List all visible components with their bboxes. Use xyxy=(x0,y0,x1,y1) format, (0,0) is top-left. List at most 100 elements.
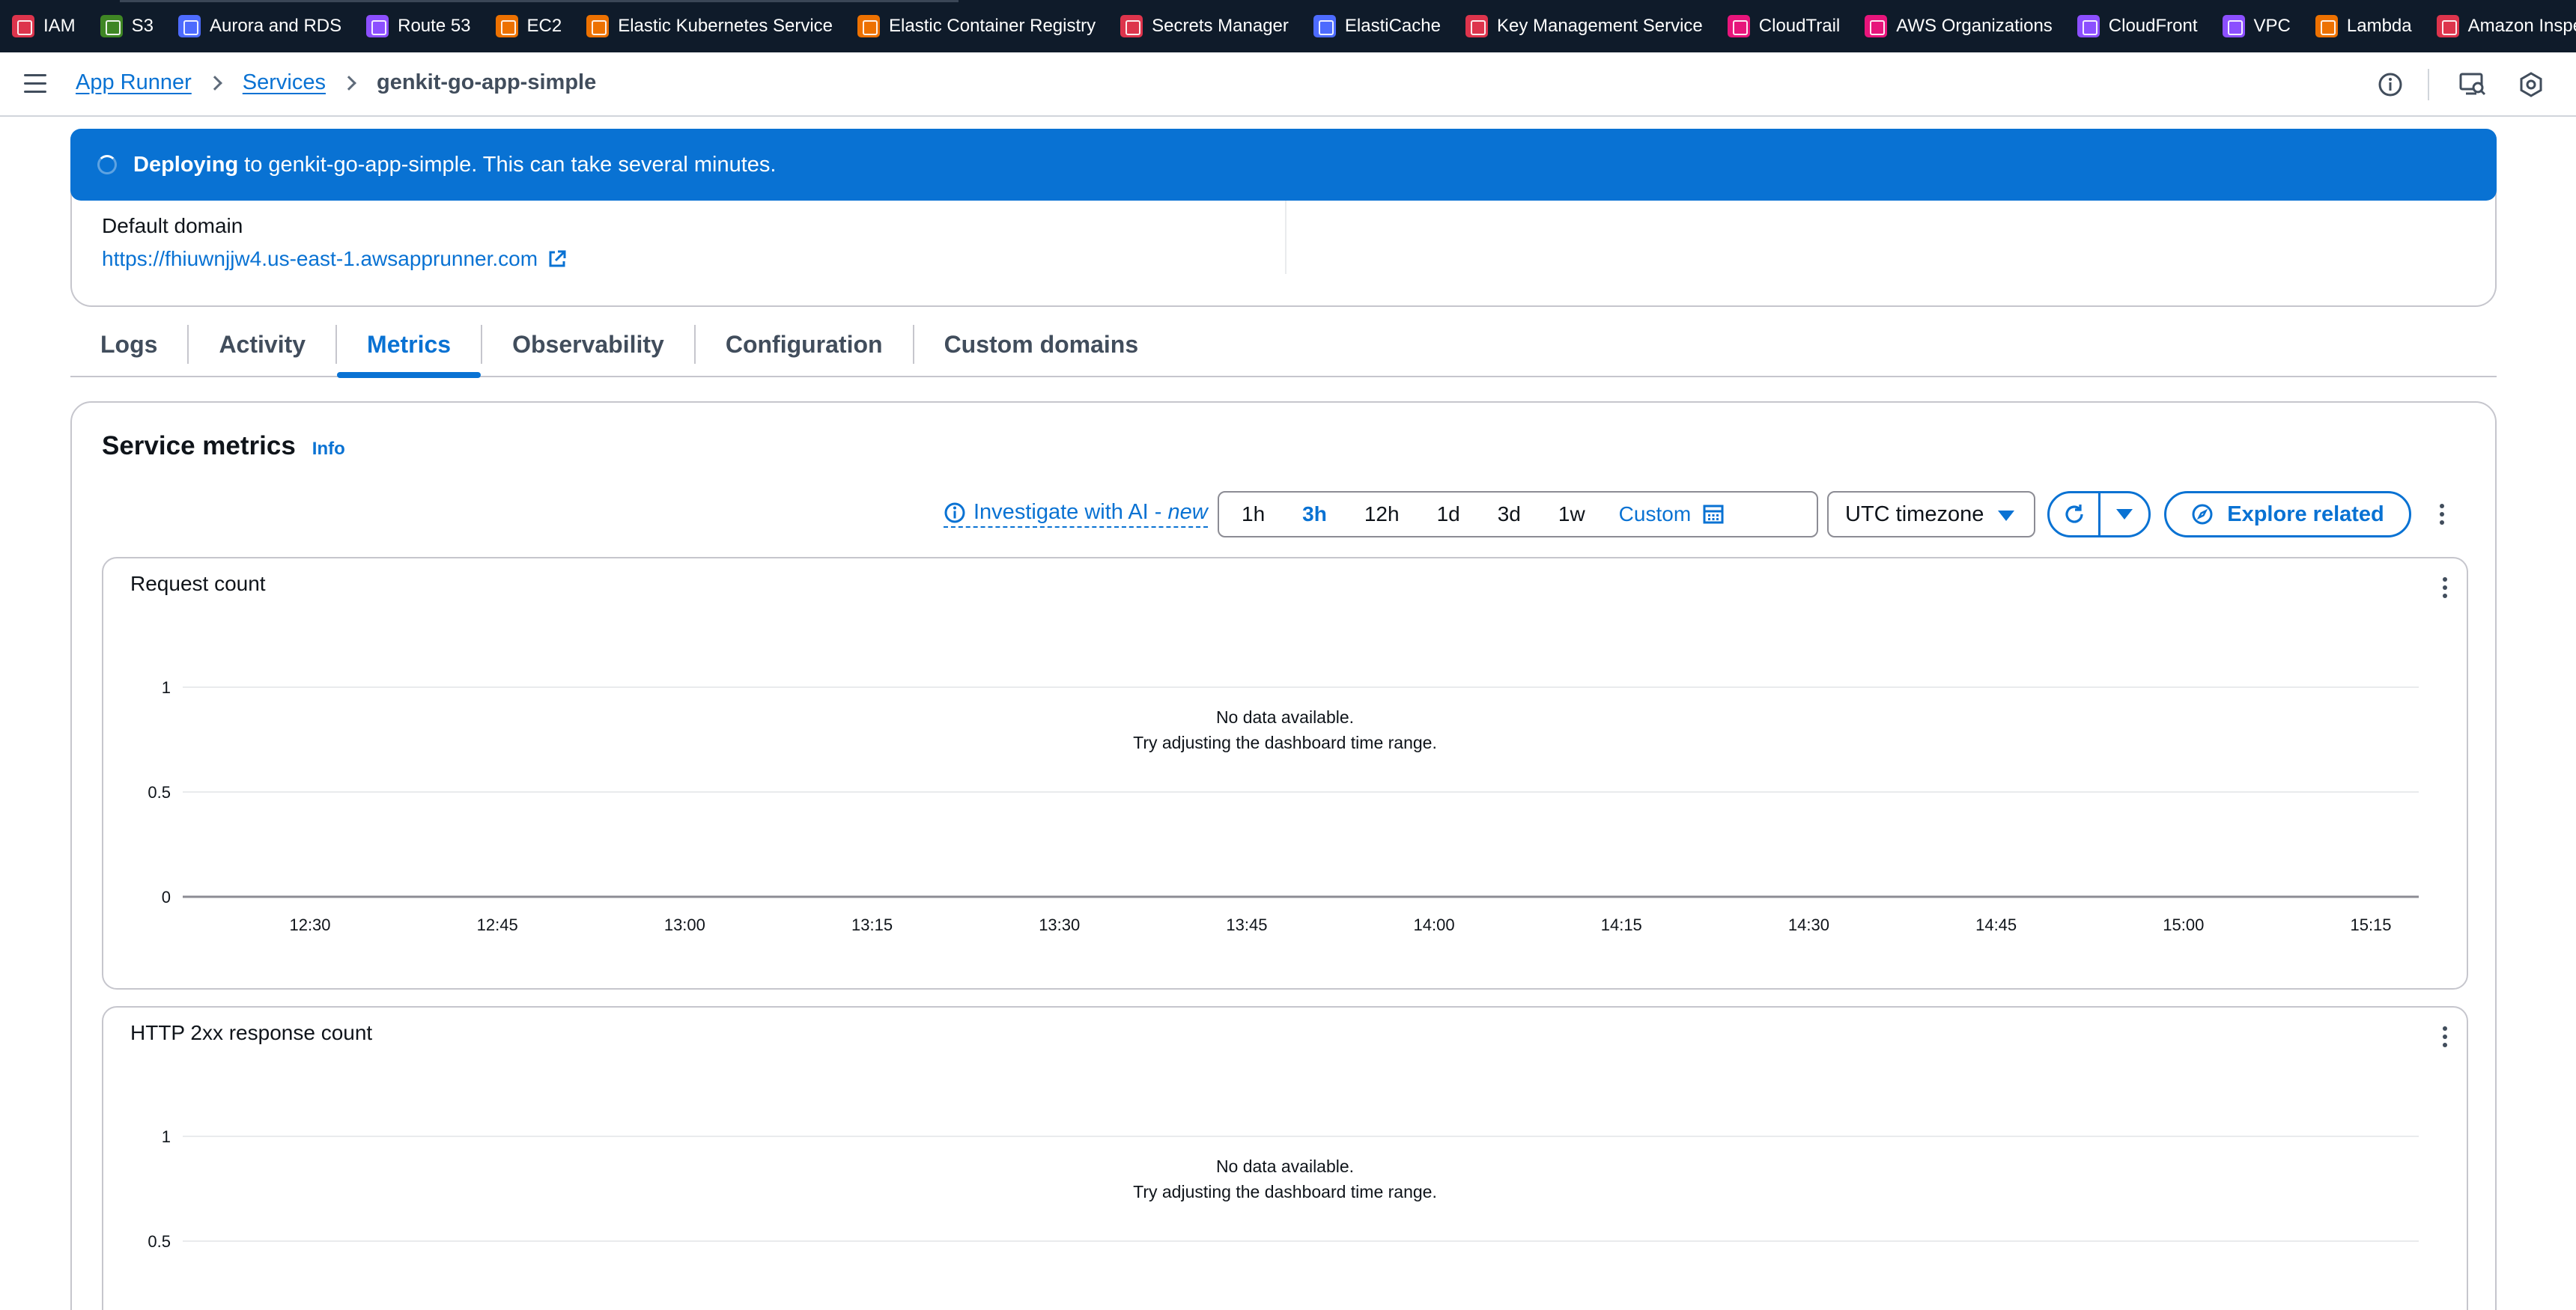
tab-logs[interactable]: Logs xyxy=(70,312,187,377)
x-tick-label: 13:00 xyxy=(664,916,705,934)
range-1d[interactable]: 1d xyxy=(1418,502,1479,526)
service-icon xyxy=(100,15,123,37)
favorite-item[interactable]: CloudTrail xyxy=(1727,15,1841,37)
favorite-item[interactable]: Lambda xyxy=(2315,15,2412,37)
service-icon xyxy=(1465,15,1488,37)
info-link[interactable]: Info xyxy=(312,439,345,460)
range-1h[interactable]: 1h xyxy=(1219,502,1284,526)
tab-metrics[interactable]: Metrics xyxy=(337,312,482,378)
favorite-item[interactable]: ElastiCache xyxy=(1313,15,1441,37)
refresh-button[interactable] xyxy=(2050,493,2100,535)
tab-configuration[interactable]: Configuration xyxy=(696,312,913,377)
favorite-item[interactable]: VPC xyxy=(2222,15,2291,37)
explore-related-label: Explore related xyxy=(2227,502,2384,526)
service-icon xyxy=(12,15,34,37)
favorite-label: Key Management Service xyxy=(1496,16,1703,36)
favorite-item[interactable]: S3 xyxy=(100,15,154,37)
favorite-item[interactable]: Elastic Kubernetes Service xyxy=(586,15,833,37)
range-1w[interactable]: 1w xyxy=(1540,502,1604,526)
http-2xx-widget: HTTP 2xx response count 1 0.5 No data avai… xyxy=(102,1006,2468,1310)
x-tick-label: 13:30 xyxy=(1039,916,1080,934)
service-icon xyxy=(1313,15,1336,37)
service-icon xyxy=(2077,15,2100,37)
favorite-label: S3 xyxy=(131,16,154,36)
favorite-item[interactable]: Key Management Service xyxy=(1465,15,1703,37)
investigate-with-ai-link[interactable]: Investigate with AI - new xyxy=(944,500,1208,528)
screen-search-icon[interactable] xyxy=(2458,70,2488,100)
service-icon xyxy=(2222,15,2245,37)
external-link-icon xyxy=(549,250,566,267)
y-tick-label: 1 xyxy=(162,1127,171,1146)
menu-icon[interactable] xyxy=(24,74,46,94)
header-tools xyxy=(2347,69,2546,100)
calendar-icon xyxy=(1703,505,1724,524)
range-custom[interactable]: Custom xyxy=(1619,502,1724,526)
request-count-chart: 1 0.5 0 12:30 12:45 13:00 13:15 13:30 13:45 14:00… xyxy=(148,678,2419,934)
service-icon xyxy=(857,15,881,37)
no-data-hint: Try adjusting the dashboard time range. xyxy=(1133,1182,1437,1201)
y-tick-label: 0 xyxy=(162,888,171,907)
y-tick-label: 0.5 xyxy=(148,783,171,802)
favorite-label: EC2 xyxy=(526,16,562,36)
x-tick-label: 12:30 xyxy=(289,916,330,934)
service-metrics-panel: Service metrics Info Investigate with AI… xyxy=(70,401,2497,1310)
default-domain-url[interactable]: https://fhiuwnjjw4.us-east-1.awsapprunne… xyxy=(102,247,538,271)
flash-message: to genkit-go-app-simple. This can take s… xyxy=(244,152,777,177)
deploying-flash-banner: Deploying to genkit-go-app-simple. This … xyxy=(70,129,2497,201)
favorite-label: Secrets Manager xyxy=(1152,16,1289,36)
refresh-options-button[interactable] xyxy=(2100,493,2148,535)
favorite-item[interactable]: Route 53 xyxy=(366,15,471,37)
breadcrumb-services[interactable]: Services xyxy=(243,70,326,95)
favorite-label: Elastic Kubernetes Service xyxy=(618,16,833,36)
no-data-message: No data available. xyxy=(1216,707,1354,727)
range-3h[interactable]: 3h xyxy=(1284,502,1346,526)
caret-down-icon xyxy=(2116,509,2133,520)
breadcrumb-current: genkit-go-app-simple xyxy=(376,70,597,94)
favorite-item[interactable]: Aurora and RDS xyxy=(178,15,341,37)
favorite-label: AWS Organizations xyxy=(1896,16,2053,36)
explore-related-button[interactable]: Explore related xyxy=(2164,491,2411,537)
tab-custom-domains[interactable]: Custom domains xyxy=(914,312,1169,377)
timezone-value: UTC timezone xyxy=(1845,502,1984,526)
tab-activity[interactable]: Activity xyxy=(189,312,335,377)
x-tick-label: 14:15 xyxy=(1601,916,1642,934)
favorite-label: Aurora and RDS xyxy=(210,16,342,36)
favorite-item[interactable]: AWS Organizations xyxy=(1865,15,2053,37)
x-tick-label: 15:00 xyxy=(2163,916,2204,934)
favorite-item[interactable]: Secrets Manager xyxy=(1120,15,1289,37)
favorites-list: IAM S3 Aurora and RDS Route 53 EC2 Elastic Ku… xyxy=(12,15,2576,37)
more-actions-icon[interactable] xyxy=(2440,502,2444,526)
service-icon xyxy=(2436,15,2459,37)
x-tick-label: 14:30 xyxy=(1788,916,1829,934)
favorite-item[interactable]: EC2 xyxy=(495,15,562,37)
investigate-label[interactable]: Investigate with AI - xyxy=(973,500,1161,525)
refresh-split-button xyxy=(2047,491,2151,537)
chevron-right-icon xyxy=(207,75,222,91)
favorite-item[interactable]: IAM xyxy=(12,15,76,37)
service-icon xyxy=(2315,15,2338,37)
info-icon[interactable] xyxy=(2375,70,2405,100)
time-range-selector: 1h 3h 12h 1d 3d 1w Custom xyxy=(1218,491,1818,537)
hexagon-settings-icon[interactable] xyxy=(2516,70,2546,100)
x-tick-label: 13:45 xyxy=(1226,916,1267,934)
breadcrumb-app-runner[interactable]: App Runner xyxy=(76,70,192,95)
default-domain-label: Default domain xyxy=(102,214,243,237)
header-divider xyxy=(2428,69,2429,100)
favorite-label: IAM xyxy=(43,16,76,36)
console-header: App Runner Services genkit-go-app-simple xyxy=(0,52,2576,117)
caret-down-icon xyxy=(1998,511,2014,521)
favorite-item[interactable]: Amazon Inspector xyxy=(2436,15,2576,37)
compass-icon xyxy=(2192,504,2213,525)
service-icon xyxy=(1865,15,1888,37)
service-icon xyxy=(366,15,389,37)
tab-observability[interactable]: Observability xyxy=(482,312,694,377)
favorite-label: CloudTrail xyxy=(1758,16,1841,36)
timezone-select[interactable]: UTC timezone xyxy=(1827,491,2035,537)
favorite-item[interactable]: Elastic Container Registry xyxy=(857,15,1096,37)
range-3d[interactable]: 3d xyxy=(1479,502,1540,526)
favorite-item[interactable]: CloudFront xyxy=(2077,15,2198,37)
range-12h[interactable]: 12h xyxy=(1346,502,1418,526)
favorite-label: CloudFront xyxy=(2108,16,2198,36)
favorite-label: VPC xyxy=(2253,16,2291,36)
default-domain-link[interactable]: https://fhiuwnjjw4.us-east-1.awsapprunne… xyxy=(102,247,568,271)
